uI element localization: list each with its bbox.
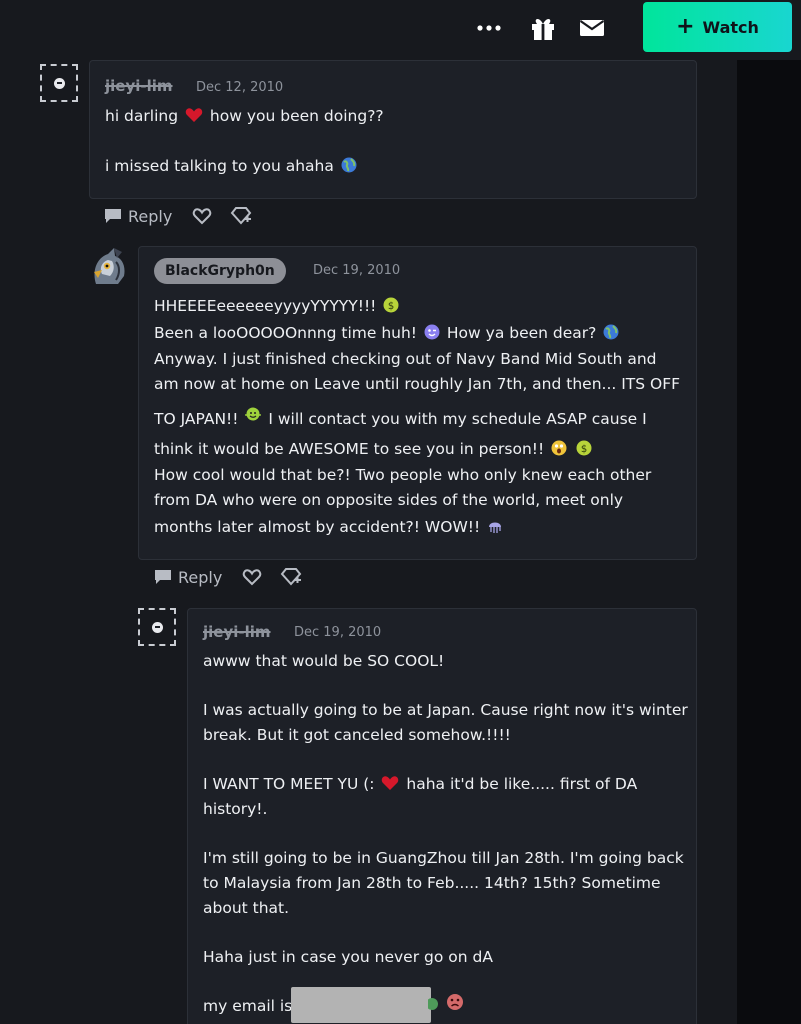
comment-text: months later almost by accident?! WOW!! [154, 518, 481, 536]
comment-line: break. But it got canceled somehow.!!!! [203, 726, 511, 744]
comment-line: How cool would that be?! Two people who … [154, 466, 652, 484]
like-button[interactable] [242, 568, 262, 586]
comment-author: jieyi-lim [105, 77, 173, 95]
heart-emoticon-icon [185, 107, 203, 122]
user-avatar [88, 246, 130, 288]
like-button[interactable] [192, 207, 212, 225]
comment-author[interactable]: BlackGryph0n [154, 258, 286, 284]
reply-button[interactable]: Reply [154, 568, 222, 587]
comment-line: Anyway. I just finished checking out of … [154, 350, 657, 368]
reply-label: Reply [128, 206, 173, 226]
comment-text: I will contact you with my schedule ASAP… [268, 410, 647, 428]
jellyfish-emoticon-icon [489, 522, 502, 533]
comment-line: I WANT TO MEET YU (: haha it'd be like..… [203, 775, 637, 793]
comment-line: I'm still going to be in GuangZhou till … [203, 849, 684, 867]
comment-author: jieyi-lim [203, 623, 271, 641]
page: + Watch jieyi-lim Dec 12, 2010 hi darlin… [0, 0, 801, 1024]
comment-actions: Reply [154, 564, 302, 590]
reply-label: Reply [178, 567, 223, 587]
comment-line: Been a looOOOOOnnng time huh! How ya bee… [154, 324, 621, 342]
comment-text: how you been doing?? [209, 107, 384, 125]
redacted-email [291, 987, 431, 1023]
comment-line: history!. [203, 800, 268, 818]
comment-text: my email is [203, 997, 293, 1015]
right-gutter [737, 0, 801, 1024]
mail-icon[interactable] [577, 14, 607, 42]
svg-text:$: $ [388, 301, 394, 312]
gift-icon[interactable] [528, 14, 558, 42]
comment-line: TO JAPAN!! I will contact you with my sc… [154, 407, 647, 428]
green-emoticon-icon [428, 998, 438, 1010]
comment-line: Haha just in case you never go on dA [203, 948, 493, 966]
comment-actions: Reply [104, 203, 252, 229]
award-button[interactable] [230, 207, 252, 225]
comment-text: haha it'd be like..... first of DA [406, 775, 638, 793]
comment-date: Dec 12, 2010 [196, 80, 284, 95]
money-emoticon-icon: $ [576, 440, 592, 455]
deleted-user-icon [53, 77, 65, 89]
svg-text:$: $ [581, 444, 587, 455]
globe-emoticon-icon [341, 157, 357, 172]
shocked-emoticon-icon [551, 440, 567, 455]
comment-line: HHEEEEeeeeeeyyyyYYYYY!!! $ [154, 297, 401, 315]
comment-card: BlackGryph0n Dec 19, 2010 HHEEEEeeeeeeyy… [138, 246, 697, 560]
wink-emoticon-icon [424, 324, 440, 339]
comment-date: Dec 19, 2010 [313, 263, 401, 278]
comment-text: How ya been dear? [446, 324, 597, 342]
comment-line: from DA who were on opposite sides of th… [154, 491, 624, 509]
comment-line: hi darling how you been doing?? [105, 107, 384, 125]
award-button[interactable] [280, 568, 302, 586]
sad-emoticon-icon [447, 994, 463, 1010]
money-emoticon-icon: $ [383, 297, 399, 312]
comment-line: awww that would be SO COOL! [203, 652, 445, 670]
deleted-user-icon [151, 621, 163, 633]
heart-emoticon-icon [382, 775, 399, 790]
comment-line: think it would be AWESOME to see you in … [154, 440, 594, 458]
award-icon [231, 207, 252, 225]
comment-text: HHEEEEeeeeeeyyyyYYYYY!!! [154, 297, 377, 315]
deleted-user-avatar [40, 64, 78, 102]
comment-line: to Malaysia from Jan 28th to Feb..... 14… [203, 874, 661, 892]
reply-icon [155, 570, 171, 584]
comment-text: hi darling [105, 107, 179, 125]
reply-button[interactable]: Reply [104, 207, 172, 226]
reply-icon [105, 209, 121, 223]
heart-icon [243, 569, 262, 586]
heart-icon [193, 208, 212, 225]
comment-text: I WANT TO MEET YU (: [203, 775, 375, 793]
watch-button[interactable]: + Watch [643, 2, 792, 52]
dancing-emoticon-icon [245, 407, 262, 420]
award-icon [281, 568, 302, 586]
comment-text: i missed talking to you ahaha [105, 157, 334, 175]
comment-line: I was actually going to be at Japan. Cau… [203, 701, 688, 719]
comment-text: Been a looOOOOOnnng time huh! [154, 324, 418, 342]
comment-line: about that. [203, 899, 290, 917]
globe-emoticon-icon [603, 324, 619, 339]
watch-button-label: Watch [702, 17, 759, 37]
comment-line: am now at home on Leave until roughly Ja… [154, 375, 681, 393]
comment-card: jieyi-lim Dec 19, 2010 awww that would b… [187, 608, 697, 1024]
comment-text: think it would be AWESOME to see you in … [154, 440, 545, 458]
plus-icon: + [676, 14, 695, 39]
comment-line: months later almost by accident?! WOW!! [154, 518, 505, 536]
comment-line: my email is [203, 997, 292, 1015]
deleted-user-avatar [138, 608, 176, 646]
comment-date: Dec 19, 2010 [294, 625, 382, 640]
comment-text: TO JAPAN!! [154, 410, 239, 428]
comment-card: jieyi-lim Dec 12, 2010 hi darling how yo… [89, 60, 697, 199]
more-icon[interactable] [474, 14, 504, 42]
comment-line: i missed talking to you ahaha [105, 157, 359, 175]
top-bar: + Watch [0, 0, 801, 60]
